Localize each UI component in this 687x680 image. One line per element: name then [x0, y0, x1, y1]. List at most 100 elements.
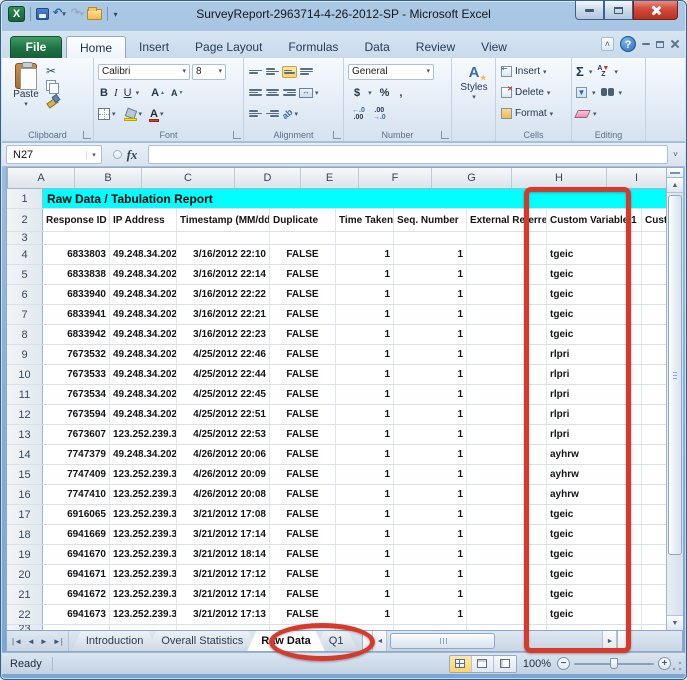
- cell[interactable]: [394, 625, 467, 630]
- row-header[interactable]: 19: [7, 545, 43, 564]
- v-split-handle[interactable]: [667, 168, 683, 178]
- cell[interactable]: 1: [336, 465, 394, 484]
- styles-button[interactable]: Styles: [460, 82, 487, 93]
- column-header-E[interactable]: E: [301, 168, 359, 188]
- column-header-H[interactable]: H: [512, 168, 607, 188]
- normal-view-button[interactable]: [450, 656, 472, 672]
- align-top-icon[interactable]: [248, 66, 263, 78]
- cell[interactable]: 123.252.239.3: [110, 485, 177, 504]
- cell[interactable]: [642, 565, 666, 584]
- cell[interactable]: 3/16/2012 22:21: [177, 305, 270, 324]
- zoom-level[interactable]: 100%: [523, 658, 551, 670]
- cell[interactable]: 7747409: [43, 465, 110, 484]
- cell[interactable]: FALSE: [270, 565, 336, 584]
- fill-color-icon[interactable]: [124, 109, 137, 118]
- clear-icon[interactable]: [574, 110, 591, 118]
- column-header-G[interactable]: G: [432, 168, 512, 188]
- column-header-A[interactable]: A: [8, 168, 75, 188]
- cell[interactable]: 49.248.34.202: [110, 405, 177, 424]
- cell[interactable]: 49.248.34.202: [110, 285, 177, 304]
- cell[interactable]: [642, 445, 666, 464]
- cell[interactable]: 3/21/2012 17:08: [177, 505, 270, 524]
- cell[interactable]: 1: [394, 325, 467, 344]
- next-sheet-icon[interactable]: ►: [38, 637, 50, 646]
- cell[interactable]: 4/25/2012 22:44: [177, 365, 270, 384]
- cell[interactable]: 1: [394, 525, 467, 544]
- cell[interactable]: 6833940: [43, 285, 110, 304]
- cell[interactable]: 1: [336, 425, 394, 444]
- cell[interactable]: 1: [394, 245, 467, 264]
- cell[interactable]: FALSE: [270, 325, 336, 344]
- cell[interactable]: 6941669: [43, 525, 110, 544]
- currency-button[interactable]: $: [352, 87, 362, 99]
- row-header[interactable]: 8: [7, 325, 43, 344]
- comma-button[interactable]: ,: [397, 87, 404, 99]
- cell[interactable]: 1: [336, 605, 394, 624]
- cell[interactable]: [642, 605, 666, 624]
- cell[interactable]: 4/25/2012 22:45: [177, 385, 270, 404]
- cell[interactable]: 123.252.239.3: [110, 585, 177, 604]
- cell[interactable]: [642, 345, 666, 364]
- cell[interactable]: 6941671: [43, 565, 110, 584]
- cell[interactable]: [642, 465, 666, 484]
- name-box-dropdown-icon[interactable]: ▾: [86, 151, 101, 159]
- styles-icon[interactable]: A: [469, 64, 480, 81]
- header-cell[interactable]: Response ID: [43, 209, 110, 231]
- decrease-indent-icon[interactable]: [248, 108, 263, 120]
- cell[interactable]: 3/21/2012 18:14: [177, 545, 270, 564]
- column-header-I[interactable]: I: [607, 168, 666, 188]
- cell[interactable]: [642, 485, 666, 504]
- cell[interactable]: 1: [336, 345, 394, 364]
- align-right-icon[interactable]: [282, 87, 297, 99]
- zoom-out-icon[interactable]: −: [557, 657, 570, 670]
- v-scroll-thumb[interactable]: [668, 195, 682, 555]
- help-icon[interactable]: ?: [620, 36, 636, 52]
- cell[interactable]: 49.248.34.202: [110, 365, 177, 384]
- cell[interactable]: 1: [394, 345, 467, 364]
- cell[interactable]: [642, 325, 666, 344]
- sheet-tab-introduction[interactable]: Introduction: [72, 631, 157, 651]
- row-header[interactable]: 9: [7, 345, 43, 364]
- cell[interactable]: FALSE: [270, 525, 336, 544]
- cell[interactable]: 7747410: [43, 485, 110, 504]
- bold-button[interactable]: B: [98, 87, 110, 99]
- select-all-corner[interactable]: [7, 168, 8, 188]
- cell[interactable]: [270, 232, 336, 244]
- cell[interactable]: 6916065: [43, 505, 110, 524]
- cell[interactable]: FALSE: [270, 365, 336, 384]
- cell[interactable]: 1: [336, 245, 394, 264]
- cell[interactable]: [642, 405, 666, 424]
- cell[interactable]: 123.252.239.3: [110, 545, 177, 564]
- scroll-up-icon[interactable]: ▲: [667, 178, 683, 193]
- row-header[interactable]: 17: [7, 505, 43, 524]
- zoom-in-icon[interactable]: +: [658, 657, 671, 670]
- cell[interactable]: 1: [336, 385, 394, 404]
- header-cell[interactable]: IP Address: [110, 209, 177, 231]
- align-left-icon[interactable]: [248, 87, 263, 99]
- cell[interactable]: [394, 232, 467, 244]
- cell[interactable]: 123.252.239.3: [110, 465, 177, 484]
- header-cell[interactable]: Seq. Number: [394, 209, 467, 231]
- minimize-button[interactable]: [575, 1, 604, 20]
- column-header-B[interactable]: B: [75, 168, 142, 188]
- cell[interactable]: 1: [336, 365, 394, 384]
- number-format-select[interactable]: General▾: [348, 64, 434, 80]
- cell[interactable]: 1: [394, 385, 467, 404]
- sort-filter-icon[interactable]: A▼Z: [597, 66, 609, 78]
- cell[interactable]: 1: [336, 565, 394, 584]
- cell[interactable]: 123.252.239.3: [110, 425, 177, 444]
- cell[interactable]: FALSE: [270, 585, 336, 604]
- cell[interactable]: 1: [394, 265, 467, 284]
- cell[interactable]: FALSE: [270, 345, 336, 364]
- underline-button[interactable]: U: [122, 87, 134, 99]
- cell[interactable]: [43, 625, 110, 630]
- row-header[interactable]: 3: [7, 232, 43, 244]
- cell[interactable]: 1: [336, 445, 394, 464]
- cell[interactable]: 49.248.34.202: [110, 445, 177, 464]
- row-header[interactable]: 4: [7, 245, 43, 264]
- paste-button[interactable]: Paste ▾: [6, 61, 46, 127]
- cell[interactable]: [642, 425, 666, 444]
- row-header[interactable]: 6: [7, 285, 43, 304]
- cell[interactable]: 49.248.34.202: [110, 345, 177, 364]
- font-color-icon[interactable]: A: [150, 109, 158, 119]
